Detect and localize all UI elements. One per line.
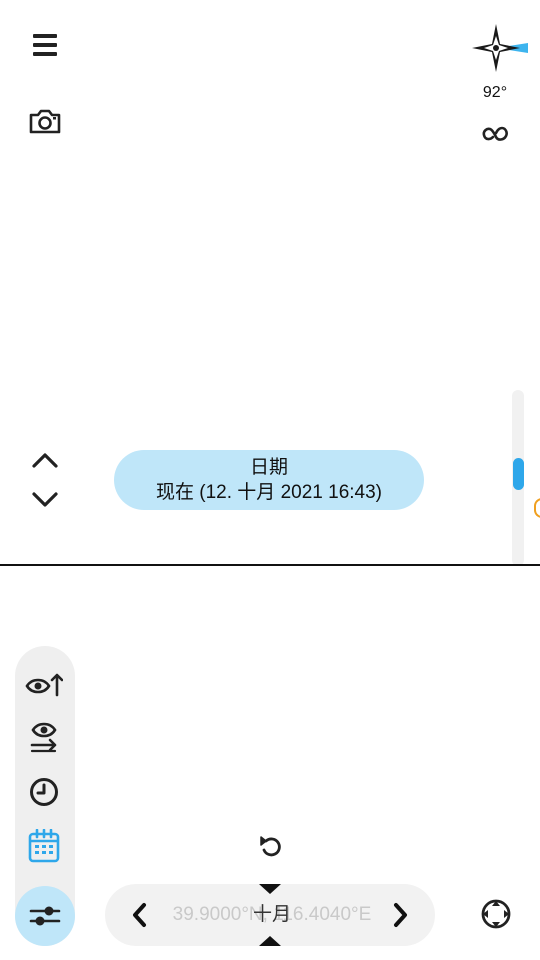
compass-rose-icon (472, 24, 528, 72)
previous-date-button[interactable] (28, 446, 62, 474)
previous-location-button[interactable] (122, 896, 156, 934)
link-icon (482, 126, 508, 141)
date-title: 日期 (249, 457, 288, 478)
center-marker-top (259, 884, 281, 894)
visibility-range-button[interactable] (20, 716, 68, 760)
menu-icon (33, 34, 57, 56)
locate-button[interactable] (476, 894, 516, 934)
chevron-up-icon (32, 453, 58, 468)
date-selector[interactable]: 日期 现在 (12. 十月 2021 16:43) (114, 450, 424, 510)
center-marker-bottom (259, 936, 281, 946)
settings-button[interactable] (15, 886, 75, 946)
time-button[interactable] (20, 770, 68, 814)
camera-button[interactable] (24, 102, 66, 140)
coordinates-text[interactable]: 39.9000°N, 116.4040°E (160, 902, 384, 928)
eye-arrow-right-icon (30, 722, 57, 753)
date-value: 现在 (12. 十月 2021 16:43) (156, 482, 382, 503)
next-location-button[interactable] (384, 896, 418, 934)
sliders-icon (29, 906, 61, 926)
time-slider-thumb[interactable] (513, 458, 524, 490)
compass-heading: 92° (482, 84, 508, 101)
menu-button[interactable] (26, 28, 64, 62)
chevron-right-icon (394, 903, 407, 927)
crosshair-icon (481, 899, 511, 929)
clock-icon (30, 778, 58, 806)
eye-arrow-up-icon (25, 673, 63, 697)
link-button[interactable] (478, 118, 514, 148)
compass-button[interactable] (468, 18, 528, 78)
chevron-left-icon (133, 903, 146, 927)
camera-icon (29, 109, 61, 134)
next-date-button[interactable] (28, 486, 62, 514)
horizon-line (0, 564, 540, 566)
reset-view-button[interactable] (254, 828, 288, 862)
visibility-up-button[interactable] (20, 662, 68, 706)
chevron-down-icon (32, 492, 58, 507)
calendar-icon (28, 829, 60, 863)
sun-marker (534, 498, 540, 518)
date-button[interactable] (20, 824, 68, 868)
undo-icon (260, 836, 281, 857)
